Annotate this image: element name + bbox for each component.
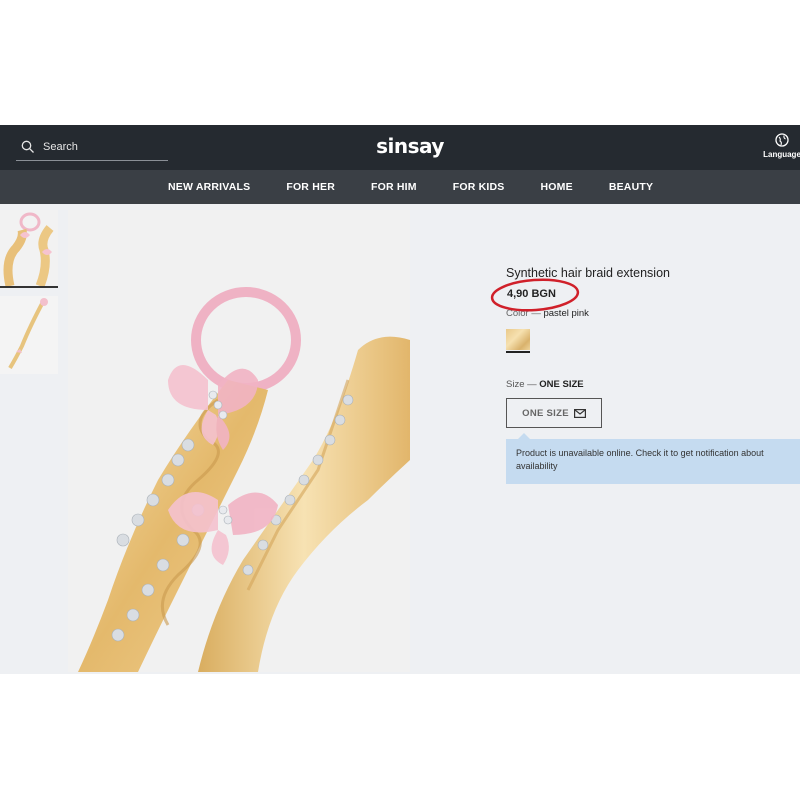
size-value: ONE SIZE [539, 379, 584, 390]
notice-arrow [518, 433, 530, 439]
color-line: Color — pastel pink [506, 308, 800, 319]
color-swatch-image [506, 329, 530, 350]
size-line: Size — ONE SIZE [506, 379, 800, 390]
size-label: Size — [506, 379, 540, 390]
color-value: pastel pink [543, 308, 589, 319]
nav-item-for-kids[interactable]: FOR KIDS [453, 181, 505, 193]
category-nav: NEW ARRIVALS FOR HER FOR HIM FOR KIDS HO… [0, 170, 800, 204]
availability-notice: Product is unavailable online. Check it … [506, 433, 800, 484]
top-header: sinsay Language [0, 125, 800, 170]
page: sinsay Language NEW ARRIVALS FOR HER FOR… [0, 0, 800, 800]
language-selector[interactable]: Language [760, 133, 800, 165]
nav-item-for-him[interactable]: FOR HIM [371, 181, 417, 193]
search-input[interactable] [43, 140, 163, 153]
nav-item-beauty[interactable]: BEAUTY [609, 181, 653, 193]
brand-logo[interactable]: sinsay [370, 133, 450, 159]
nav-items: NEW ARRIVALS FOR HER FOR HIM FOR KIDS HO… [150, 170, 671, 204]
size-option-label: ONE SIZE [522, 407, 569, 419]
mail-icon [569, 408, 586, 418]
color-label: Color — [506, 308, 544, 319]
nav-item-home[interactable]: HOME [541, 181, 573, 193]
product-info: Synthetic hair braid extension 4,90 BGN … [490, 264, 800, 484]
search-icon[interactable] [21, 140, 35, 154]
nav-item-for-her[interactable]: FOR HER [286, 181, 335, 193]
size-option-button[interactable]: ONE SIZE [506, 398, 602, 428]
thumbnail-1[interactable] [0, 210, 58, 288]
language-label: Language [763, 150, 800, 159]
nav-item-new-arrivals[interactable]: NEW ARRIVALS [168, 181, 250, 193]
thumbnail-2[interactable] [0, 296, 58, 374]
color-swatch[interactable] [506, 329, 530, 353]
product-title: Synthetic hair braid extension [506, 266, 670, 280]
price-wrap: 4,90 BGN [490, 278, 800, 312]
product-main-image[interactable] [68, 210, 410, 672]
globe-icon [775, 133, 789, 147]
search-bar[interactable] [16, 133, 168, 161]
product-price: 4,90 BGN [507, 288, 556, 300]
thumbnail-list [0, 210, 60, 382]
product-content: Synthetic hair braid extension 4,90 BGN … [0, 204, 800, 674]
notice-text: Product is unavailable online. Check it … [516, 448, 764, 471]
